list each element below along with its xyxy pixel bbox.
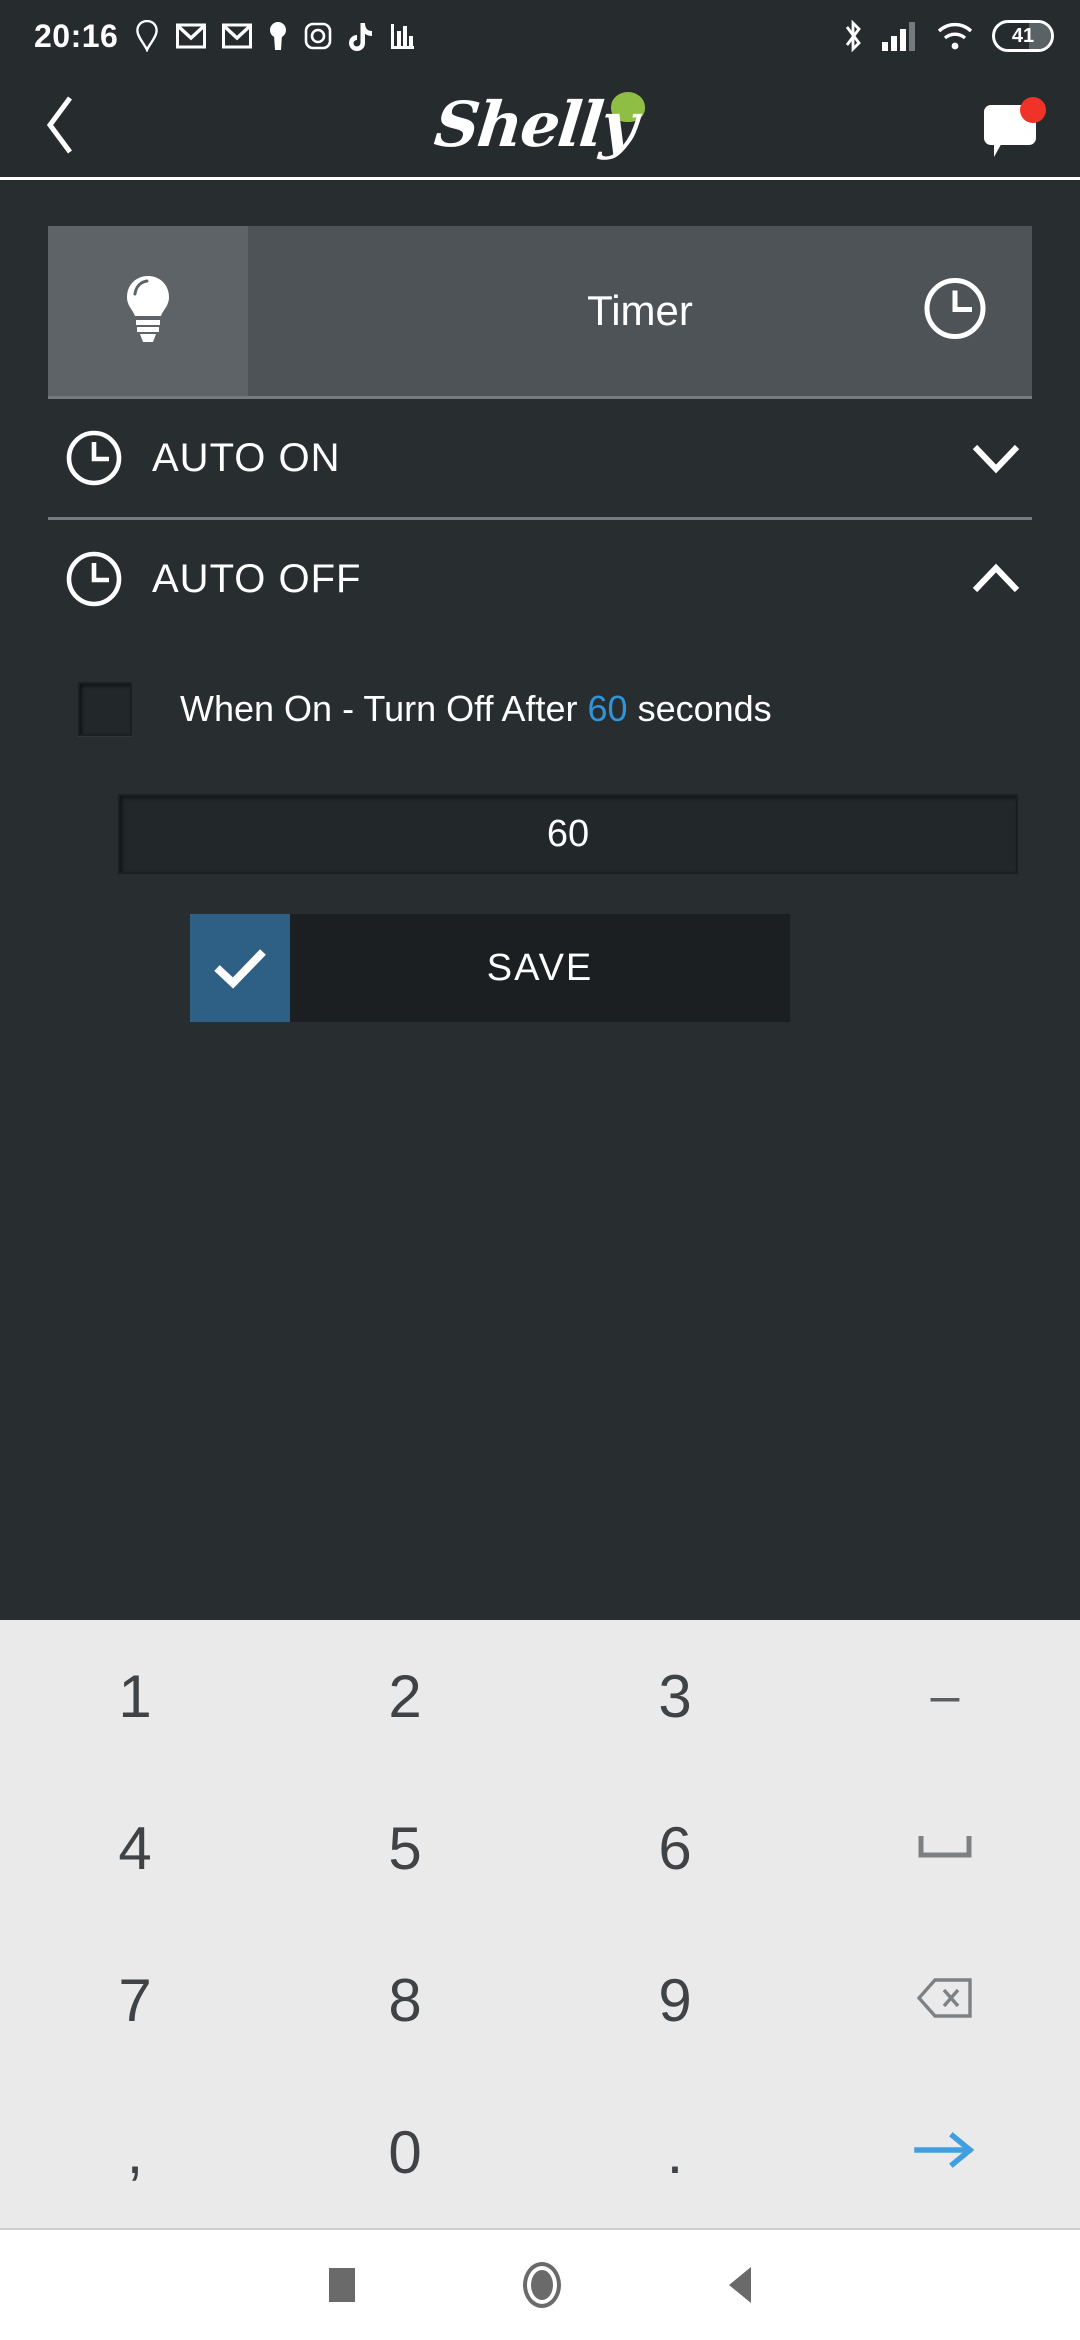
- notification-dot: [1020, 96, 1046, 123]
- key-3[interactable]: 3: [540, 1620, 810, 1772]
- seconds-input[interactable]: 60: [118, 794, 1018, 874]
- key-2[interactable]: 2: [270, 1620, 540, 1772]
- save-button-label: SAVE: [486, 946, 594, 989]
- auto-off-panel: When On - Turn Off After 60 seconds 60 S…: [0, 638, 1080, 1022]
- turn-off-description: When On - Turn Off After 60 seconds: [180, 688, 772, 730]
- turn-off-check-line: When On - Turn Off After 60 seconds: [0, 682, 1080, 736]
- key-5[interactable]: 5: [270, 1772, 540, 1924]
- key-8-label: 8: [388, 1966, 422, 2034]
- key-6-label: 6: [658, 1814, 692, 1882]
- brand-logo: Shelly: [0, 88, 1080, 161]
- recents-square-icon[interactable]: [329, 2268, 355, 2302]
- key-0[interactable]: 0: [270, 2076, 540, 2228]
- key-0-label: 0: [388, 2118, 422, 2186]
- key-comma[interactable]: ,: [0, 2076, 270, 2228]
- gmail-icon: [176, 23, 207, 49]
- timer-tab[interactable]: Timer: [248, 226, 1032, 396]
- arrow-right-icon: [913, 2129, 977, 2176]
- sidebar-item-auto-on[interactable]: AUTO ON: [48, 399, 1032, 517]
- bluetooth-icon: [842, 19, 864, 53]
- numeric-keyboard: 1 2 3 – 4 5 6 7 8 9 , 0 .: [0, 1620, 1080, 2230]
- status-bar: 20:16 41: [0, 0, 1080, 72]
- instagram-icon: [304, 22, 332, 50]
- battery-indicator: 41: [992, 20, 1054, 52]
- clock-icon: [922, 276, 988, 347]
- key-backspace[interactable]: [810, 1924, 1080, 2076]
- key-minus-label: –: [930, 1667, 960, 1725]
- status-time: 20:16: [34, 17, 119, 54]
- timer-title: Timer: [587, 287, 693, 334]
- clock-icon: [48, 549, 140, 609]
- app-bar: Shelly: [0, 72, 1080, 180]
- lightbulb-icon: [121, 272, 175, 351]
- key-space[interactable]: [810, 1772, 1080, 1924]
- tiktok-icon: [348, 21, 374, 51]
- chevron-up-icon[interactable]: [960, 563, 1032, 595]
- key-9-label: 9: [658, 1966, 692, 2034]
- gmail-icon: [222, 23, 253, 49]
- chat-bubble-icon[interactable]: [984, 96, 1046, 157]
- sidebar-item-auto-off[interactable]: AUTO OFF: [48, 520, 1032, 638]
- key-1-label: 1: [118, 1662, 152, 1730]
- status-bar-left: 20:16: [34, 18, 416, 55]
- key-comma-label: ,: [126, 2118, 144, 2186]
- bar-chart-icon: [390, 22, 416, 50]
- auto-off-label: AUTO OFF: [152, 556, 362, 601]
- key-2-label: 2: [388, 1662, 422, 1730]
- key-9[interactable]: 9: [540, 1924, 810, 2076]
- cloud-icon: [611, 92, 646, 122]
- battery-level: 41: [1011, 24, 1035, 47]
- timer-rows: AUTO ON AUTO OFF: [48, 396, 1032, 638]
- key-3-label: 3: [658, 1662, 692, 1730]
- wifi-icon: [936, 21, 974, 51]
- home-circle-icon[interactable]: [523, 2262, 561, 2308]
- keyhole-icon: [268, 21, 288, 51]
- chat-bubble-tail: [994, 140, 1003, 157]
- android-nav-bar: [0, 2230, 1080, 2340]
- timer-header-bar: Timer: [48, 226, 1032, 396]
- app-screen: 20:16 41 Shelly Timer AUTO ON AUTO OFF W…: [0, 0, 1080, 2340]
- save-button[interactable]: SAVE: [190, 914, 790, 1022]
- space-icon: [918, 1833, 972, 1864]
- auto-on-label: AUTO ON: [152, 435, 341, 480]
- key-6[interactable]: 6: [540, 1772, 810, 1924]
- location-icon: [134, 20, 160, 52]
- status-bar-right: 41: [842, 19, 1054, 53]
- key-period[interactable]: .: [540, 2076, 810, 2228]
- back-button[interactable]: [30, 90, 90, 160]
- turn-off-value-highlight: 60: [587, 688, 628, 729]
- key-8[interactable]: 8: [270, 1924, 540, 2076]
- back-triangle-icon[interactable]: [729, 2267, 751, 2303]
- check-icon: [190, 914, 290, 1022]
- key-7[interactable]: 7: [0, 1924, 270, 2076]
- cellular-signal-icon: [882, 21, 918, 51]
- seconds-input-value: 60: [546, 812, 590, 855]
- main-content: Timer AUTO ON AUTO OFF When On - Turn Of…: [0, 180, 1080, 1620]
- clock-icon: [48, 428, 140, 488]
- key-period-label: .: [666, 2118, 684, 2186]
- brand-name: Shelly: [430, 88, 640, 161]
- key-5-label: 5: [388, 1814, 422, 1882]
- key-minus[interactable]: –: [810, 1620, 1080, 1772]
- key-enter[interactable]: [810, 2076, 1080, 2228]
- key-4-label: 4: [118, 1814, 152, 1882]
- key-4[interactable]: 4: [0, 1772, 270, 1924]
- turn-off-text-before: When On - Turn Off After: [180, 688, 578, 729]
- key-1[interactable]: 1: [0, 1620, 270, 1772]
- turn-off-checkbox[interactable]: [78, 682, 132, 736]
- backspace-icon: [916, 1977, 973, 2024]
- lightbulb-tab[interactable]: [48, 226, 248, 396]
- key-7-label: 7: [118, 1966, 152, 2034]
- chevron-down-icon[interactable]: [960, 442, 1032, 474]
- turn-off-text-after: seconds: [637, 688, 772, 729]
